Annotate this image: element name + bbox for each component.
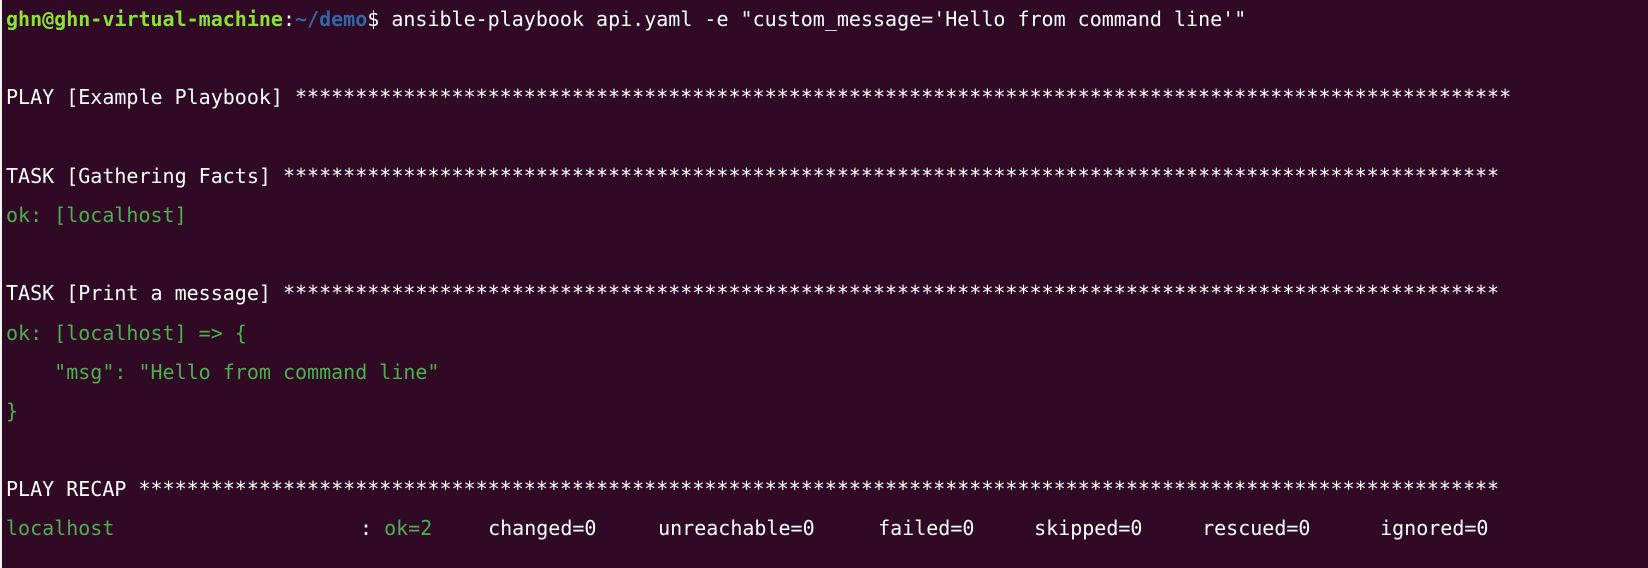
recap-ignored: ignored=0: [1380, 516, 1489, 541]
window-left-edge: [0, 0, 2, 568]
prompt-colon: :: [282, 7, 295, 31]
task-gathering-facts-result: ok: [localhost]: [6, 202, 187, 227]
play-recap-label: PLAY RECAP: [6, 477, 139, 502]
task-print-message-result-open: ok: [localhost] => {: [6, 320, 247, 345]
play-header-line: PLAY [Example Playbook] ****************…: [6, 78, 1648, 117]
recap-skipped: skipped=0: [1034, 516, 1143, 541]
task-print-message-line: TASK [Print a message] *****************…: [6, 274, 1648, 313]
task-print-message-stars: ****************************************…: [282, 281, 1500, 306]
command-prompt-line: ghn@ghn-virtual-machine:~/demo$ ansible-…: [6, 0, 1648, 39]
recap-colon: :: [360, 516, 385, 541]
task-gathering-facts-stars: ****************************************…: [282, 163, 1500, 188]
recap-summary-line: localhost: ok=2 changed=0 unreachable=0 fai…: [6, 509, 1648, 548]
play-header-stars: ****************************************…: [294, 85, 1512, 110]
play-header-label: PLAY [Example Playbook]: [6, 85, 295, 110]
prompt-path: ~/demo: [295, 7, 368, 31]
recap-ok: ok=2: [384, 516, 433, 541]
recap-host: localhost: [6, 516, 115, 541]
recap-unreachable: unreachable=0: [658, 516, 815, 541]
play-recap-stars: ****************************************…: [138, 477, 1500, 502]
recap-changed: changed=0: [488, 516, 597, 541]
task-print-message-msg: "msg": "Hello from command line": [6, 359, 440, 384]
task-print-message-label: TASK [Print a message]: [6, 281, 283, 306]
task-gathering-facts-label: TASK [Gathering Facts]: [6, 163, 283, 188]
recap-failed: failed=0: [878, 516, 975, 541]
prompt-user-host: ghn@ghn-virtual-machine: [6, 7, 283, 31]
task-print-message-result-close: }: [6, 398, 19, 423]
terminal-window[interactable]: ghn@ghn-virtual-machine:~/demo$ ansible-…: [0, 0, 1648, 568]
prompt-command: ansible-playbook api.yaml -e "custom_mes…: [391, 7, 1247, 31]
play-recap-line: PLAY RECAP *****************************…: [6, 470, 1648, 509]
task-gathering-facts-line: TASK [Gathering Facts] *****************…: [6, 157, 1648, 196]
prompt-dollar: $: [367, 7, 392, 31]
recap-rescued: rescued=0: [1202, 516, 1311, 541]
